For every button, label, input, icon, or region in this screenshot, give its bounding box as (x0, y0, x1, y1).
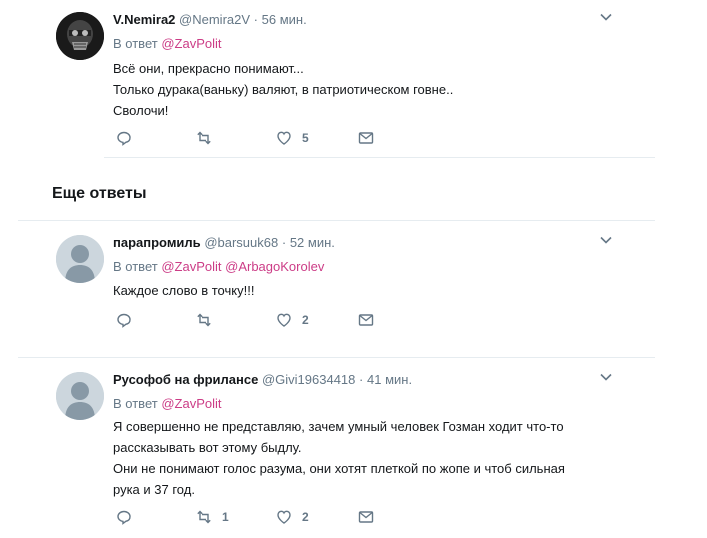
default-avatar-icon (56, 372, 104, 420)
timestamp[interactable]: 52 мин. (290, 235, 335, 250)
mention-link[interactable]: @ZavPolit (161, 396, 221, 411)
like-button[interactable]: 5 (276, 130, 309, 146)
tweet-header: Русофоб на фрилансе @Givi19634418 · 41 м… (113, 372, 412, 387)
envelope-icon (358, 132, 374, 144)
user-name[interactable]: V.Nemira2 (113, 12, 175, 27)
separator-dot: · (253, 12, 258, 27)
tweet-text-line: Каждое слово в точку!!! (113, 283, 255, 298)
user-name[interactable]: парапромиль (113, 235, 201, 250)
tweet-text-line: Только дурака(ваньку) валяют, в патриоти… (113, 82, 454, 97)
reply-icon (117, 131, 131, 146)
tweet-text-line: рассказывать вот этому быдлу. (113, 440, 302, 455)
timestamp[interactable]: 41 мин. (367, 372, 412, 387)
user-handle[interactable]: @Nemira2V (179, 12, 250, 27)
avatar[interactable] (56, 12, 104, 60)
envelope-icon (358, 511, 374, 523)
reply-to: В ответ @ZavPolit (113, 396, 222, 411)
reply-prefix: В ответ (113, 259, 158, 274)
tweet-header: V.Nemira2 @Nemira2V · 56 мин. (113, 12, 307, 27)
direct-message-button[interactable] (358, 130, 374, 146)
divider (104, 157, 655, 158)
user-handle[interactable]: @Givi19634418 (262, 372, 355, 387)
chevron-down-icon[interactable] (599, 233, 613, 247)
avatar[interactable] (56, 235, 104, 283)
default-avatar-icon (56, 235, 104, 283)
avatar-image (56, 12, 104, 60)
divider (18, 357, 655, 358)
reply-button[interactable] (116, 130, 142, 146)
tweet-text-line: Всё они, прекрасно понимают... (113, 61, 304, 76)
envelope-icon (358, 314, 374, 326)
like-button[interactable]: 2 (276, 509, 309, 525)
direct-message-button[interactable] (358, 509, 374, 525)
retweet-button[interactable]: 1 (196, 509, 229, 525)
tweet-header: парапромиль @barsuuk68 · 52 мин. (113, 235, 335, 250)
retweet-icon (197, 313, 211, 327)
like-count: 2 (302, 510, 309, 524)
heart-icon (277, 510, 291, 524)
retweet-button[interactable] (196, 130, 222, 146)
tweet-text-line: рука и 37 год. (113, 482, 195, 497)
section-title: Еще ответы (52, 185, 147, 202)
like-count: 2 (302, 313, 309, 327)
like-count: 5 (302, 131, 309, 145)
tweet-text-line: Они не понимают голос разума, они хотят … (113, 461, 565, 476)
tweet-text-line: Сволочи! (113, 103, 169, 118)
user-name[interactable]: Русофоб на фрилансе (113, 372, 258, 387)
heart-icon (277, 131, 291, 145)
retweet-count: 1 (222, 510, 229, 524)
tweet-text-line: Я совершенно не представляю, зачем умный… (113, 419, 564, 434)
separator-dot: · (359, 372, 364, 387)
mention-link[interactable]: @ZavPolit (161, 36, 221, 51)
tweet-text: Я совершенно не представляю, зачем умный… (113, 416, 633, 500)
reply-button[interactable] (116, 509, 142, 525)
reply-icon (117, 313, 131, 328)
tweet-text: Каждое слово в точку!!! (113, 280, 633, 301)
reply-to: В ответ @ZavPolit @ArbagoKorolev (113, 259, 324, 274)
mention-link[interactable]: @ArbagoKorolev (225, 259, 324, 274)
direct-message-button[interactable] (358, 312, 374, 328)
mention-link[interactable]: @ZavPolit (161, 259, 221, 274)
retweet-icon (197, 510, 211, 524)
reply-button[interactable] (116, 312, 142, 328)
reply-prefix: В ответ (113, 36, 158, 51)
chevron-down-icon[interactable] (599, 370, 613, 384)
separator-dot: · (281, 235, 287, 250)
retweet-button[interactable] (196, 312, 222, 328)
tweet-text: Всё они, прекрасно понимают... Только ду… (113, 58, 633, 121)
timestamp[interactable]: 56 мин. (262, 12, 307, 27)
heart-icon (277, 313, 291, 327)
like-button[interactable]: 2 (276, 312, 309, 328)
divider (18, 220, 655, 221)
reply-to: В ответ @ZavPolit (113, 36, 222, 51)
avatar[interactable] (56, 372, 104, 420)
retweet-icon (197, 131, 211, 145)
user-handle[interactable]: @barsuuk68 (204, 235, 278, 250)
chevron-down-icon[interactable] (599, 10, 613, 24)
reply-icon (117, 510, 131, 525)
reply-prefix: В ответ (113, 396, 158, 411)
